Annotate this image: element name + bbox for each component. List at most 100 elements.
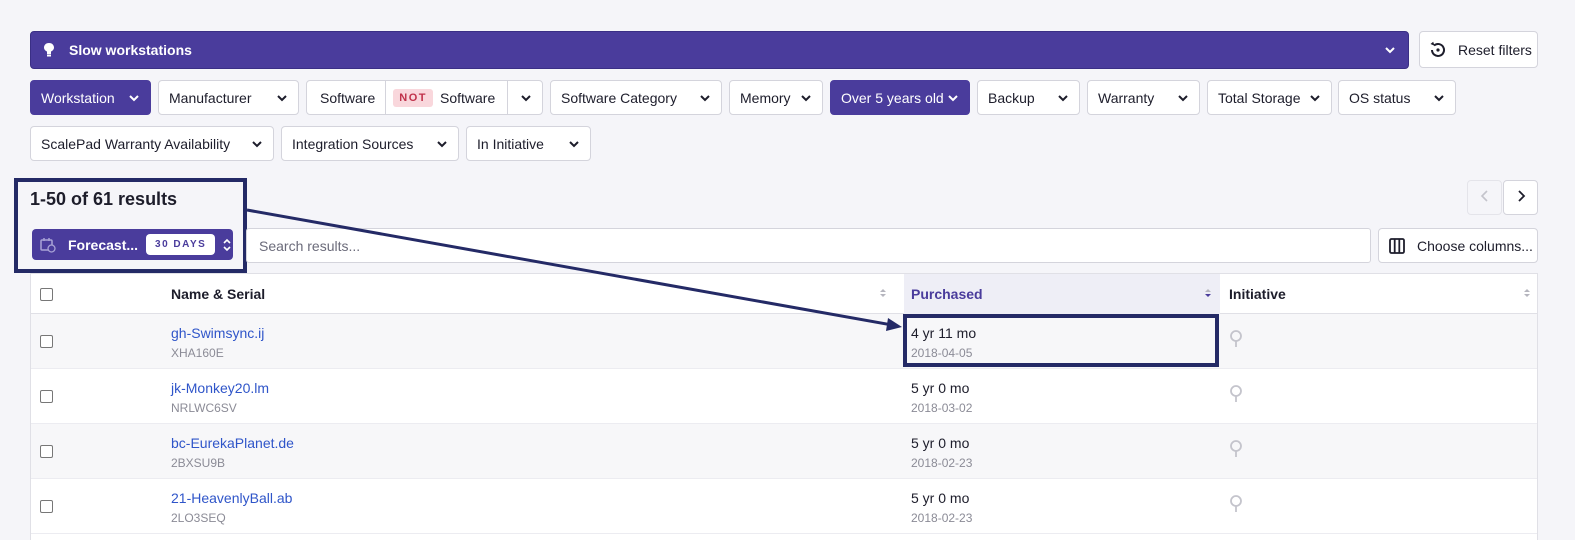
filter-workstation[interactable]: Workstation xyxy=(30,80,151,115)
chevron-right-icon xyxy=(1516,189,1526,207)
purchased-age: 5 yr 0 mo xyxy=(911,435,970,451)
asset-name-link[interactable]: bc-EurekaPlanet.de xyxy=(171,435,294,451)
filter-manufacturer[interactable]: Manufacturer xyxy=(158,80,299,115)
filter-software-left-label[interactable]: Software xyxy=(307,81,385,114)
pin-icon xyxy=(41,42,57,58)
column-header-purchased[interactable]: Purchased xyxy=(904,274,1220,314)
calendar-clock-icon xyxy=(40,237,56,253)
divider xyxy=(507,81,509,114)
up-down-chevron-icon xyxy=(222,238,232,252)
asset-name-link[interactable]: jk-Monkey20.lm xyxy=(171,380,269,396)
chevron-down-icon xyxy=(1384,43,1396,61)
forecast-label: Forecast... xyxy=(68,236,139,253)
chevron-down-icon xyxy=(1057,92,1069,104)
select-all-checkbox[interactable] xyxy=(40,287,53,301)
chevron-down-icon xyxy=(1433,92,1445,104)
assets-table: Name & Serial Purchased Initiative gh-Sw… xyxy=(30,273,1538,540)
filter-workstation-label: Workstation xyxy=(41,89,115,106)
purchased-age: 5 yr 0 mo xyxy=(911,380,970,396)
chevron-down-icon xyxy=(699,92,711,104)
chevron-down-icon xyxy=(568,138,580,150)
filter-memory-label: Memory xyxy=(740,89,791,106)
filter-over-5-years-label: Over 5 years old xyxy=(841,89,944,106)
filter-total-storage-label: Total Storage xyxy=(1218,89,1301,106)
chevron-down-icon xyxy=(251,138,263,150)
chevron-down-icon xyxy=(1177,92,1189,104)
table-row: jk-Monkey20.lm NRLWC6SV 5 yr 0 mo 2018-0… xyxy=(31,369,1537,424)
filter-software-right-label: Software xyxy=(439,89,496,106)
column-header-initiative-label: Initiative xyxy=(1229,286,1286,302)
purchased-date: 2018-03-02 xyxy=(911,401,973,415)
choose-columns-label: Choose columns... xyxy=(1417,237,1533,254)
asset-serial: 2BXSU9B xyxy=(171,456,226,470)
purchased-age: 4 yr 11 mo xyxy=(911,325,977,341)
forecast-selector[interactable]: Forecast... 30 DAYS xyxy=(32,229,233,260)
purchased-date: 2018-04-05 xyxy=(911,346,973,360)
asset-serial: NRLWC6SV xyxy=(171,401,237,415)
filter-integration-sources-label: Integration Sources xyxy=(292,135,414,152)
initiative-pin-icon[interactable] xyxy=(1229,495,1243,513)
column-header-purchased-label: Purchased xyxy=(911,286,983,302)
chevron-down-icon xyxy=(1309,92,1321,104)
sort-icon xyxy=(879,287,887,299)
filter-os-status-label: OS status xyxy=(1349,89,1411,106)
initiative-pin-icon[interactable] xyxy=(1229,440,1243,458)
chevron-down-icon xyxy=(276,92,288,104)
asset-name-link[interactable]: 21-HeavenlyBall.ab xyxy=(171,490,292,506)
forecast-days-badge: 30 DAYS xyxy=(146,234,216,255)
filter-manufacturer-label: Manufacturer xyxy=(169,89,252,106)
row-checkbox[interactable] xyxy=(40,335,53,348)
row-checkbox[interactable] xyxy=(40,390,53,403)
row-checkbox[interactable] xyxy=(40,445,53,458)
columns-icon xyxy=(1389,237,1405,254)
filter-backup[interactable]: Backup xyxy=(977,80,1080,115)
not-badge[interactable]: NOT xyxy=(393,88,433,107)
table-header: Name & Serial Purchased Initiative xyxy=(31,274,1537,314)
saved-view-title: Slow workstations xyxy=(69,42,192,58)
filter-total-storage[interactable]: Total Storage xyxy=(1207,80,1332,115)
filter-in-initiative[interactable]: In Initiative xyxy=(466,126,591,161)
filter-software-not-software[interactable]: Software NOT Software xyxy=(306,80,543,115)
chevron-down-icon xyxy=(128,92,140,104)
filter-over-5-years-old[interactable]: Over 5 years old xyxy=(830,80,970,115)
row-checkbox[interactable] xyxy=(40,500,53,513)
purchased-age: 5 yr 0 mo xyxy=(911,490,970,506)
reset-filters-button[interactable]: Reset filters xyxy=(1419,31,1538,68)
choose-columns-button[interactable]: Choose columns... xyxy=(1378,228,1538,263)
table-row: bc-EurekaPlanet.de 2BXSU9B 5 yr 0 mo 201… xyxy=(31,424,1537,479)
table-row: gh-Swimsync.ij XHA160E 4 yr 11 mo 2018-0… xyxy=(31,314,1537,369)
initiative-pin-icon[interactable] xyxy=(1229,385,1243,403)
sort-descending-icon xyxy=(1204,287,1212,299)
chevron-down-icon xyxy=(947,92,959,104)
saved-view-selector[interactable]: Slow workstations xyxy=(30,31,1409,69)
chevron-down-icon[interactable] xyxy=(520,92,532,104)
purchased-date: 2018-02-23 xyxy=(911,511,973,525)
column-header-name[interactable]: Name & Serial xyxy=(171,274,895,314)
filter-software-category[interactable]: Software Category xyxy=(550,80,722,115)
previous-page-button[interactable] xyxy=(1467,180,1502,215)
results-count: 1-50 of 61 results xyxy=(30,189,178,209)
chevron-down-icon xyxy=(800,92,812,104)
filter-scalepad-warranty-label: ScalePad Warranty Availability xyxy=(41,135,231,152)
filter-os-status[interactable]: OS status xyxy=(1338,80,1456,115)
column-header-name-label: Name & Serial xyxy=(171,286,266,302)
filter-integration-sources[interactable]: Integration Sources xyxy=(281,126,459,161)
column-header-initiative[interactable]: Initiative xyxy=(1229,274,1539,314)
search-input[interactable] xyxy=(246,228,1371,263)
chevron-left-icon xyxy=(1480,189,1490,207)
chevron-down-icon xyxy=(436,138,448,150)
table-row: 21-HeavenlyBall.ab 2LO3SEQ 5 yr 0 mo 201… xyxy=(31,479,1537,534)
filter-warranty[interactable]: Warranty xyxy=(1087,80,1200,115)
sort-icon xyxy=(1523,287,1531,299)
filter-warranty-label: Warranty xyxy=(1098,89,1155,106)
next-page-button[interactable] xyxy=(1503,180,1538,215)
filter-in-initiative-label: In Initiative xyxy=(477,135,544,152)
asset-serial: 2LO3SEQ xyxy=(171,511,226,525)
filter-scalepad-warranty-availability[interactable]: ScalePad Warranty Availability xyxy=(30,126,274,161)
purchased-date: 2018-02-23 xyxy=(911,456,973,470)
reset-icon xyxy=(1428,40,1448,60)
filter-memory[interactable]: Memory xyxy=(729,80,823,115)
initiative-pin-icon[interactable] xyxy=(1229,330,1243,348)
reset-filters-label: Reset filters xyxy=(1458,41,1532,58)
asset-name-link[interactable]: gh-Swimsync.ij xyxy=(171,325,264,341)
